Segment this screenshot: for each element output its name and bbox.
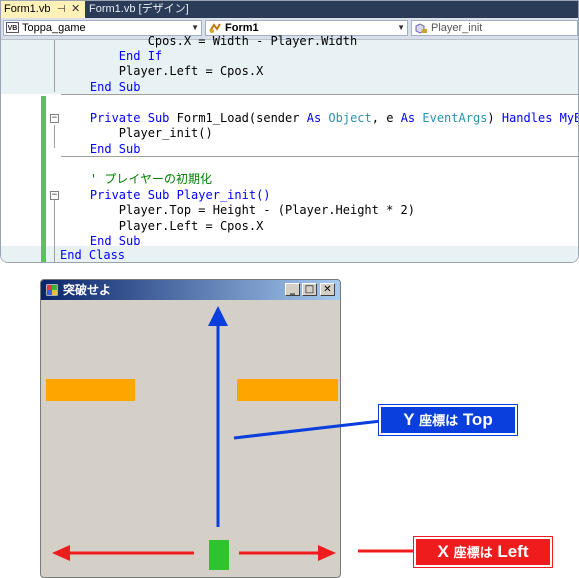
label-property: Top <box>462 410 493 429</box>
x-right-arrowhead <box>318 545 336 561</box>
label-axis: Y <box>403 410 415 429</box>
y-arrowhead <box>208 306 228 326</box>
y-coordinate-label: Y 座標は Top <box>379 405 517 435</box>
annotation-arrows <box>52 306 415 561</box>
x-left-arrowhead <box>52 545 70 561</box>
y-callout-line <box>233 419 382 440</box>
label-axis: X <box>437 542 449 561</box>
label-text: 座標は <box>419 413 459 428</box>
label-property: Left <box>497 542 529 561</box>
x-coordinate-label: X 座標は Left <box>414 537 552 567</box>
label-text: 座標は <box>453 545 493 560</box>
